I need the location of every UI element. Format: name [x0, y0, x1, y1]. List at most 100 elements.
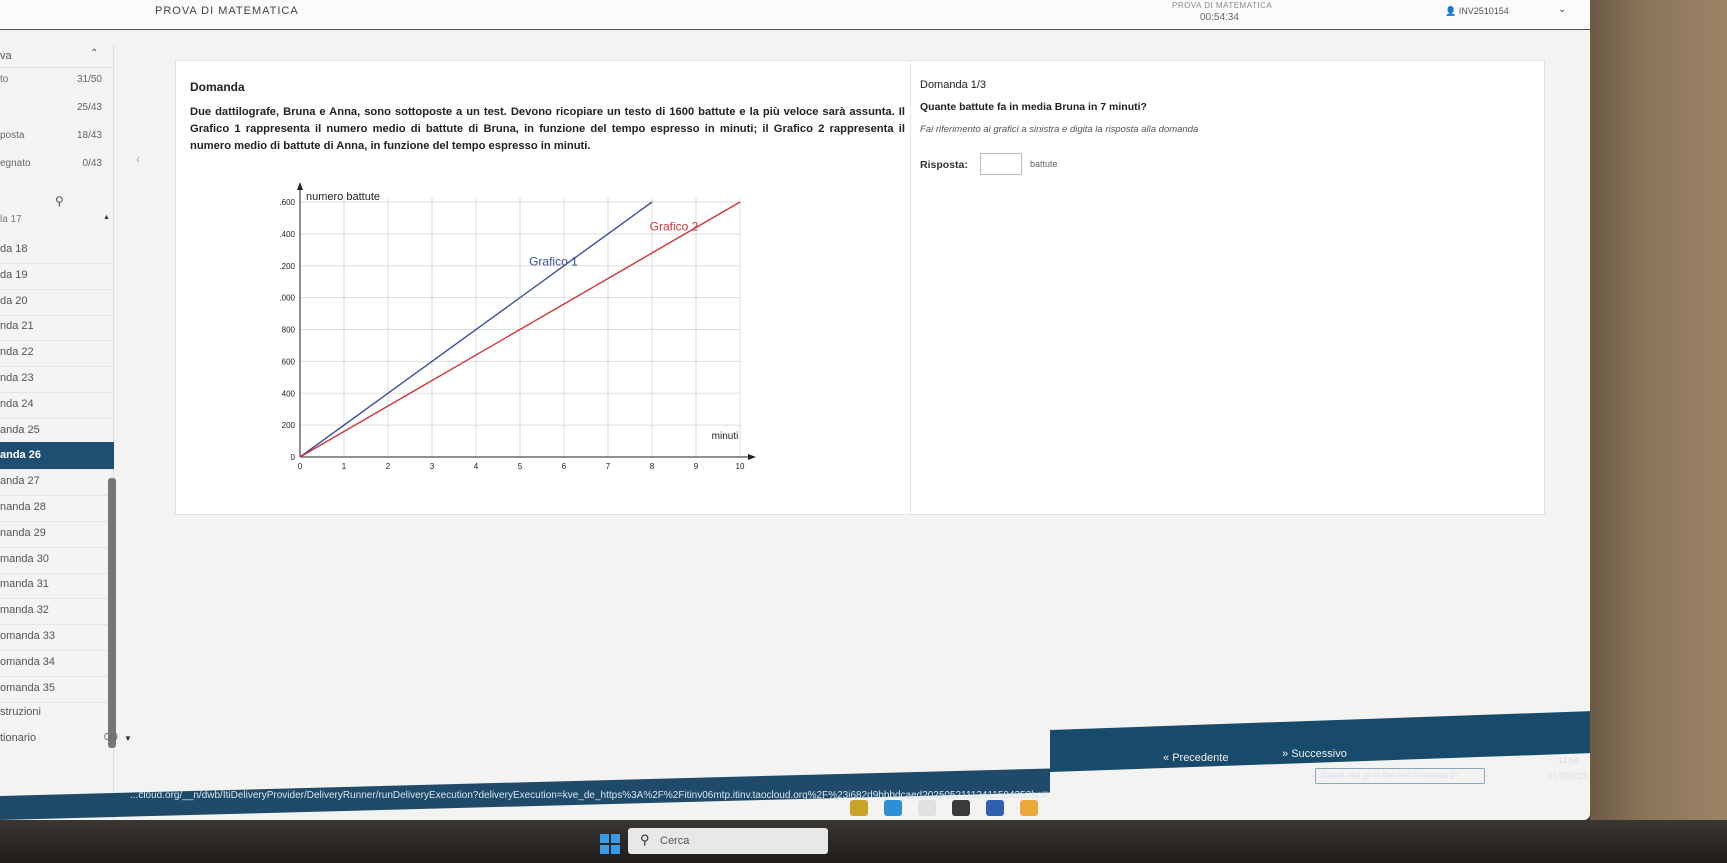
sidebar-item-question[interactable]: manda 30 — [0, 546, 114, 574]
y-tick-label: 600 — [282, 357, 296, 366]
monitor-bezel-bottom — [0, 820, 1727, 863]
sidebar-item-question[interactable]: anda 27 — [0, 468, 114, 497]
sidebar-item-question[interactable]: nda 24 — [0, 391, 114, 419]
sidebar-header[interactable]: va ⌃ — [0, 44, 114, 68]
triangle-up-icon[interactable]: ▲ — [103, 214, 110, 221]
timer: 00:54:34 — [1200, 12, 1239, 23]
question-text: Due dattilografe, Bruna e Anna, sono sot… — [190, 106, 905, 152]
y-tick-label: 1000 — [280, 294, 296, 303]
taskbar-app-icon[interactable] — [850, 800, 868, 816]
next-button[interactable]: » Successivo — [1282, 748, 1347, 760]
chevron-left-icon[interactable]: ‹ — [136, 152, 140, 166]
sidebar-section-label: la 17 — [0, 214, 22, 225]
sidebar-item-question[interactable]: omanda 33 — [0, 623, 114, 651]
sidebar-item-question[interactable]: da 19 — [0, 262, 114, 290]
x-tick-label: 5 — [518, 462, 523, 471]
app-subtitle: PROVA DI MATEMATICA — [1172, 1, 1273, 10]
sidebar-scrollbar[interactable] — [108, 478, 116, 748]
sidebar-item-question[interactable]: nanda 29 — [0, 520, 114, 548]
user-id: INV2510154 — [1458, 6, 1509, 16]
x-tick-label: 4 — [474, 462, 479, 471]
sidebar-item-question[interactable]: nanda 28 — [0, 494, 114, 522]
previous-label: Precedente — [1172, 752, 1229, 764]
sidebar: va ⌃ to 31/50 25/43 posta 18/43 egnato 0… — [0, 44, 132, 820]
submit-tooltip: Submit and go to the item Domanda 27 — [1315, 768, 1485, 784]
stat-label: to — [0, 74, 9, 85]
previous-button[interactable]: « Precedente — [1163, 752, 1228, 764]
x-tick-label: 10 — [736, 462, 745, 471]
triangle-down-icon[interactable]: ▼ — [124, 734, 132, 743]
questionnaire-label: tionario — [0, 732, 37, 744]
status-url: ...cloud.org/__n/dwb/ItiDeliveryProvider… — [130, 790, 1048, 801]
questionnaire-link[interactable]: tionario 0/9 — [0, 732, 118, 744]
x-axis-label: minuti — [712, 431, 739, 442]
taskbar-app-icon[interactable] — [952, 800, 970, 816]
y-tick-label: 1200 — [280, 262, 296, 271]
taskbar-search-placeholder: Cerca — [660, 835, 690, 847]
stat-count: 18/43 — [76, 130, 102, 141]
sidebar-item-question[interactable]: da 20 — [0, 288, 114, 316]
windows-start-icon[interactable] — [600, 834, 620, 854]
sidebar-item-question[interactable]: manda 31 — [0, 571, 114, 600]
monitor-bezel — [1590, 0, 1727, 863]
x-tick-label: 9 — [694, 462, 699, 471]
stat-row: egnato 0/43 — [0, 158, 114, 188]
search-icon: ⚲ — [640, 832, 650, 847]
answer-hint: Fai riferimento ai grafici a sinistra e … — [920, 124, 1199, 135]
y-tick-label: 1400 — [280, 230, 296, 239]
y-tick-label: 800 — [282, 326, 296, 335]
x-tick-label: 3 — [430, 462, 435, 471]
taskbar-app-icon[interactable] — [884, 800, 902, 816]
x-axis-arrow — [748, 454, 756, 460]
navigation-bar — [1050, 711, 1590, 772]
chevron-up-icon[interactable]: ⌃ — [90, 48, 98, 59]
sidebar-header-label: va — [0, 50, 12, 62]
taskbar-app-icon[interactable] — [986, 800, 1004, 816]
x-tick-label: 6 — [562, 462, 567, 471]
instructions-link[interactable]: struzioni — [0, 706, 41, 718]
question-title: Domanda — [190, 80, 245, 94]
answer-label: Risposta: — [920, 159, 968, 171]
y-tick-label: 1600 — [280, 198, 296, 207]
sidebar-item-question[interactable]: manda 32 — [0, 597, 114, 626]
stat-row: to 31/50 — [0, 74, 114, 104]
sidebar-item-question[interactable]: nda 23 — [0, 365, 114, 393]
app-title: PROVA DI MATEMATICA — [155, 5, 299, 17]
x-tick-label: 0 — [298, 462, 303, 471]
answer-question: Quante battute fa in media Bruna in 7 mi… — [920, 101, 1147, 113]
sidebar-item-question[interactable]: omanda 34 — [0, 649, 114, 677]
sidebar-section[interactable]: la 17 ▲ — [0, 214, 114, 230]
line-chart: 0 1 2 3 4 5 6 7 8 9 10 0 200 400 600 800 1000 1200 1400 160… — [280, 182, 756, 471]
answer-input[interactable] — [980, 153, 1022, 175]
sidebar-item-question[interactable]: omanda 35 — [0, 675, 114, 703]
sidebar-item-question[interactable]: nda 22 — [0, 339, 114, 368]
x-tick-label: 7 — [606, 462, 611, 471]
y-axis-arrow — [297, 182, 303, 190]
stat-label: egnato — [0, 158, 31, 169]
user-menu[interactable]: 👤 INV2510154 — [1445, 6, 1509, 17]
sidebar-item-question[interactable]: nda 21 — [0, 313, 114, 342]
series-label: Grafico 2 — [650, 219, 699, 233]
top-bar: PROVA DI MATEMATICA PROVA DI MATEMATICA … — [0, 0, 1590, 30]
stat-count: 0/43 — [82, 158, 102, 169]
y-tick-label: 0 — [291, 453, 296, 462]
sidebar-item-question[interactable]: da 18 — [0, 236, 114, 264]
questionnaire-count: 0/9 — [104, 732, 118, 743]
taskbar-app-icon[interactable] — [918, 800, 936, 816]
series-label: Grafico 1 — [529, 254, 578, 268]
filter-icon[interactable]: ⚲ — [55, 194, 64, 208]
taskbar-app-icon[interactable] — [1020, 800, 1038, 816]
stat-count: 31/50 — [76, 74, 102, 85]
panel-divider — [910, 60, 911, 515]
sidebar-item-question[interactable]: anda 26 — [0, 442, 114, 471]
x-tick-label: 8 — [650, 462, 655, 471]
chevron-down-icon[interactable]: ⌄ — [1558, 4, 1566, 15]
answer-unit: battute — [1030, 159, 1058, 169]
y-tick-label: 200 — [282, 421, 296, 430]
clock-time: 12:58 — [1558, 756, 1579, 765]
stat-row: 25/43 — [0, 102, 114, 132]
sidebar-item-question[interactable]: anda 25 — [0, 417, 114, 445]
taskbar-search[interactable] — [628, 828, 828, 854]
stat-count: 25/43 — [76, 102, 102, 113]
clock-date: 21/05/2025 — [1548, 772, 1589, 781]
